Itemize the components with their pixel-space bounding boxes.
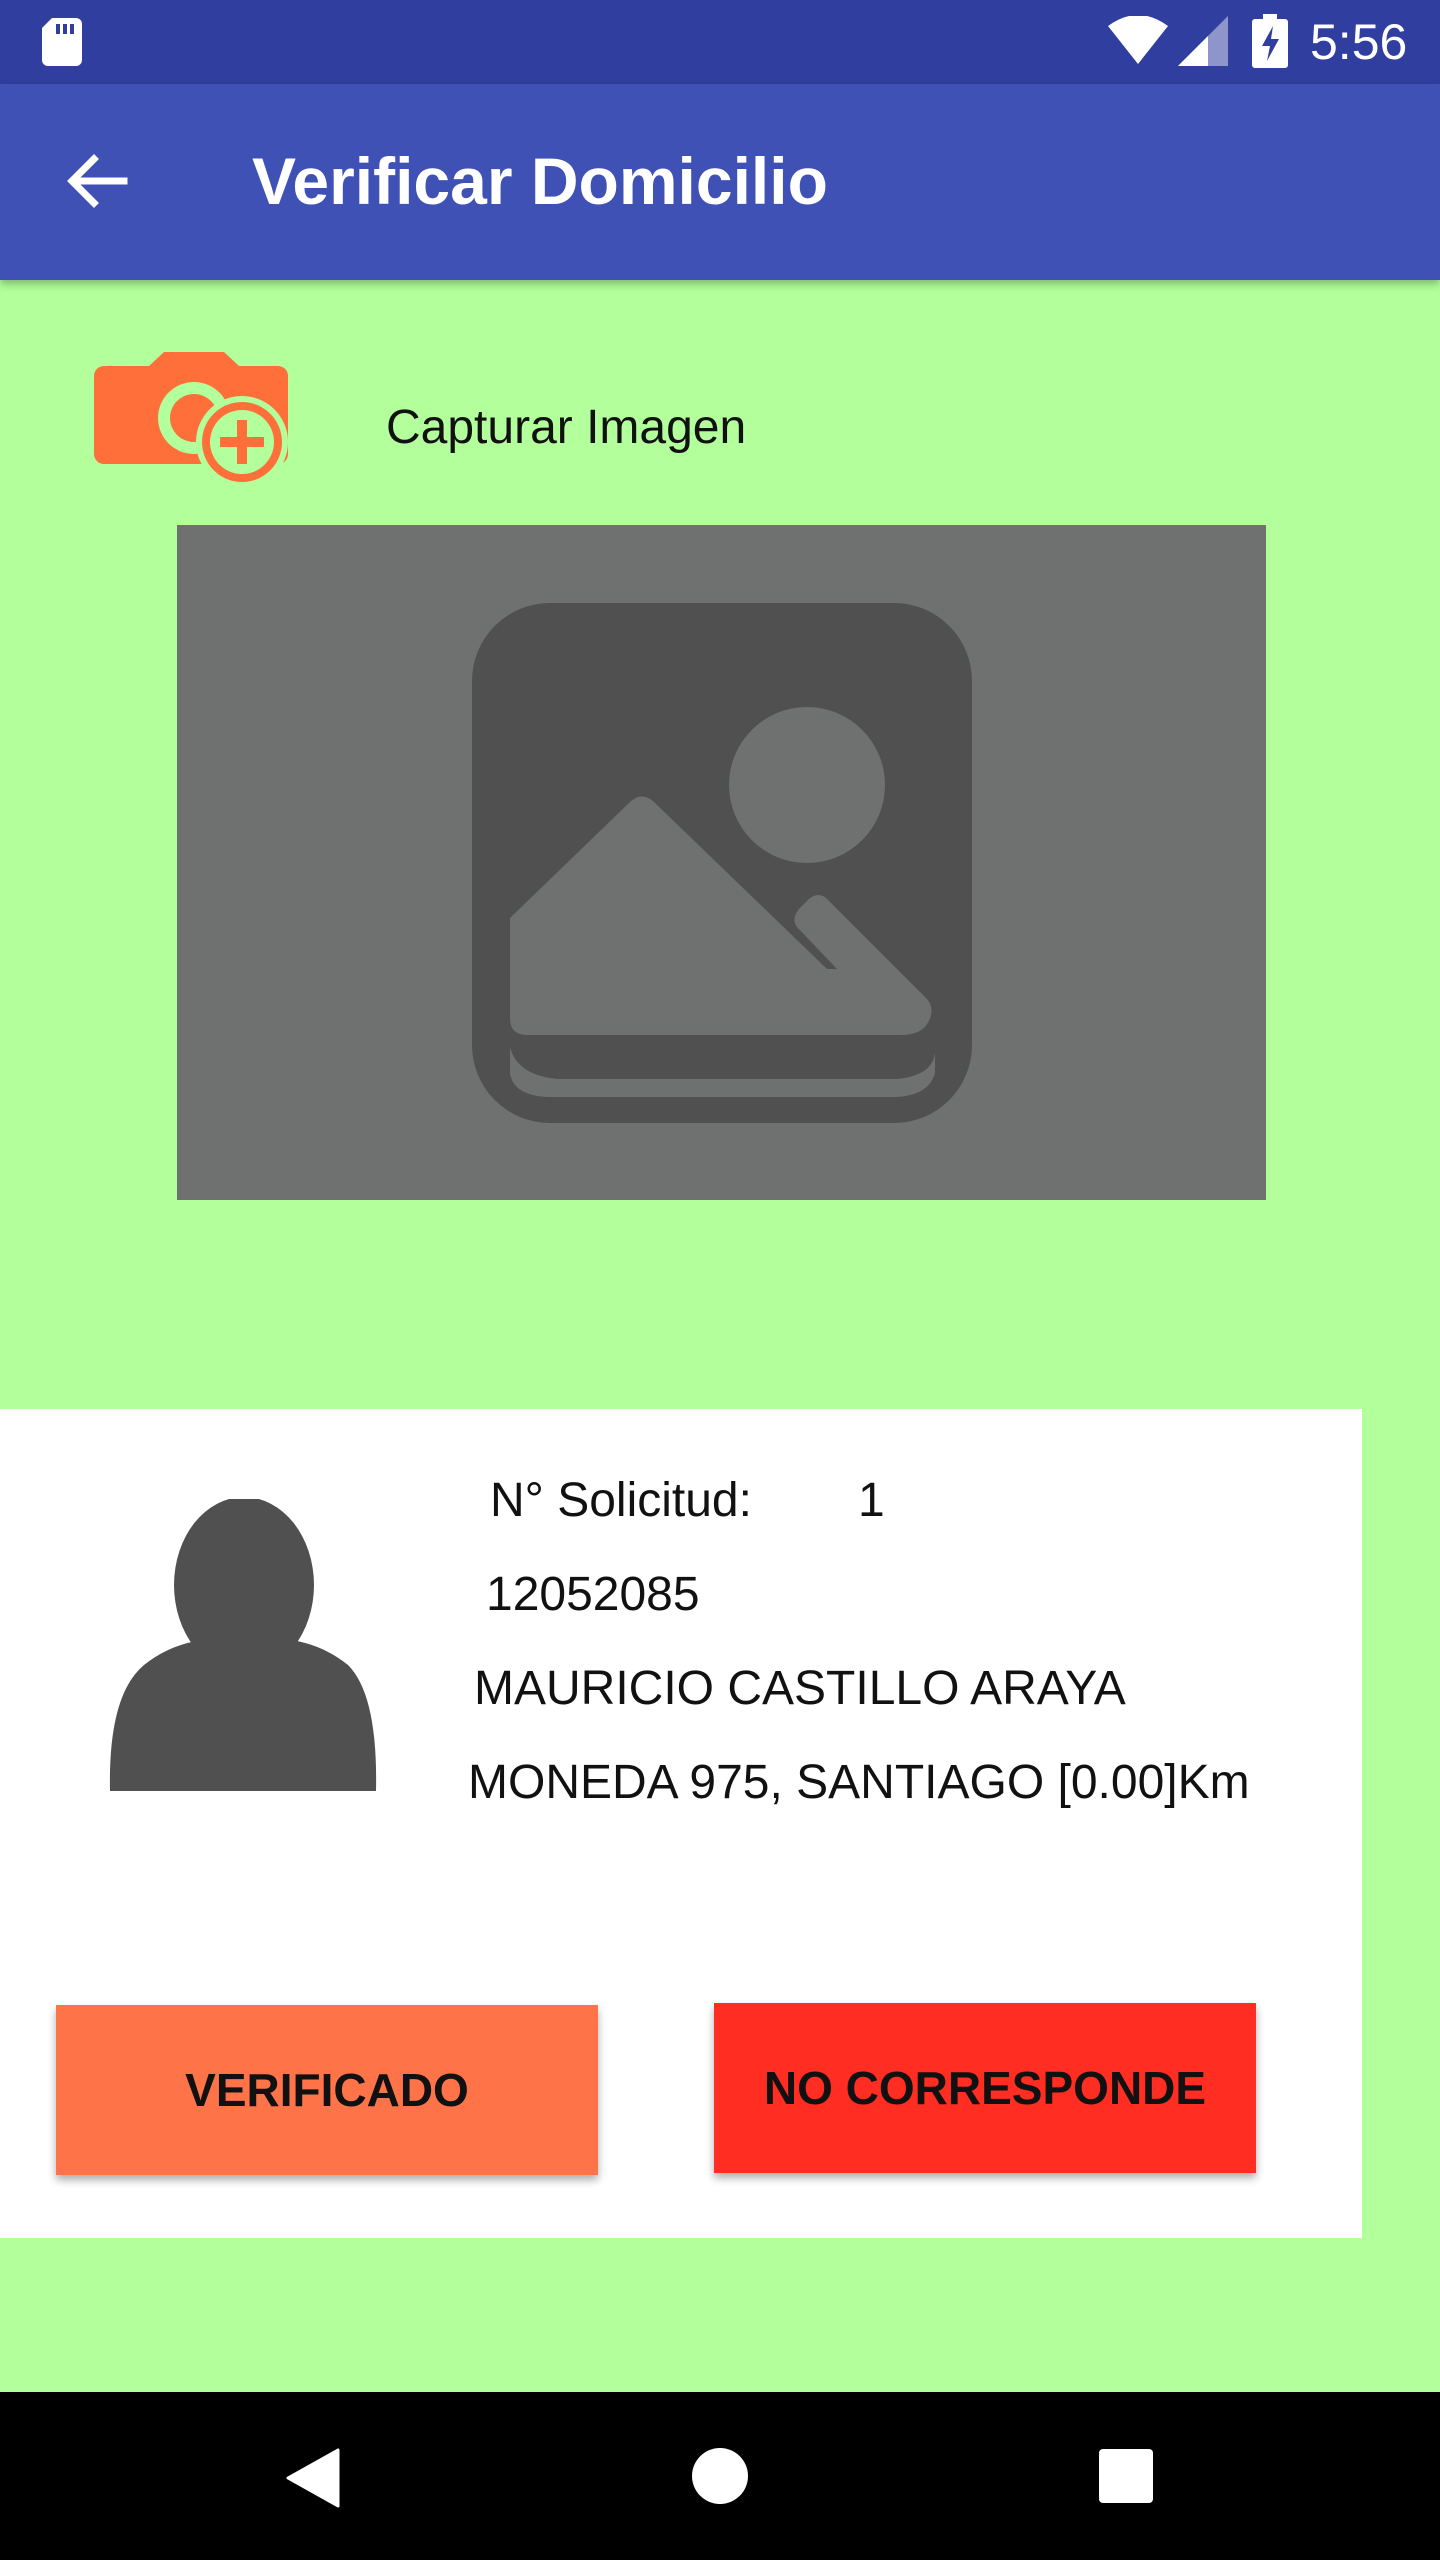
wifi-icon (1108, 16, 1168, 64)
client-address: MONEDA 975, SANTIAGO [0.00]Km (468, 1756, 1250, 1809)
app-bar: Verificar Domicilio (0, 84, 1440, 280)
nav-back-icon[interactable] (286, 2448, 342, 2508)
request-number-value: 1 (858, 1474, 885, 1527)
battery-charging-icon (1252, 14, 1288, 68)
person-icon (109, 1499, 377, 1791)
add-camera-icon[interactable] (94, 346, 294, 488)
page-title: Verificar Domicilio (252, 144, 828, 218)
verified-button[interactable]: VERIFICADO (56, 2005, 598, 2175)
status-bar: 5:56 (0, 0, 1440, 84)
client-id: 12052085 (486, 1568, 700, 1621)
not-match-button[interactable]: NO CORRESPONDE (714, 2003, 1256, 2173)
request-info-card: N° Solicitud: 1 12052085 MAURICIO CASTIL… (0, 1409, 1362, 2238)
arrow-back-icon[interactable] (64, 149, 128, 213)
clock: 5:56 (1310, 14, 1408, 70)
nav-recents-icon[interactable] (1099, 2449, 1153, 2503)
request-number-label: N° Solicitud: (490, 1474, 752, 1527)
capture-image-label[interactable]: Capturar Imagen (386, 392, 746, 464)
signal-icon (1178, 16, 1228, 66)
image-preview (177, 525, 1266, 1200)
nav-home-icon[interactable] (690, 2446, 750, 2506)
client-name: MAURICIO CASTILLO ARAYA (474, 1662, 1126, 1715)
navigation-bar (0, 2392, 1440, 2560)
image-placeholder-icon (472, 603, 972, 1123)
sd-card-icon (42, 18, 82, 66)
